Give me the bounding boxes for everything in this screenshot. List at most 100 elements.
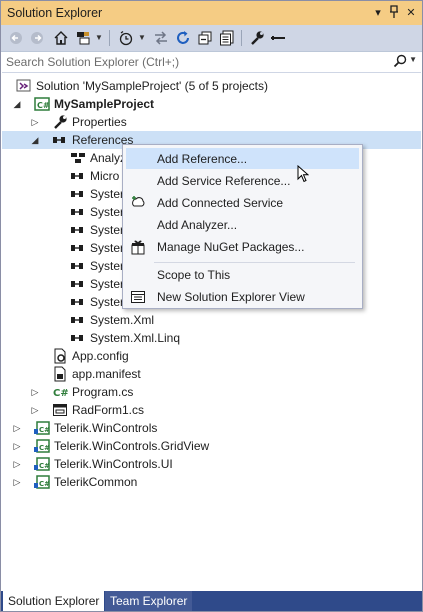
new-view-icon [130, 289, 146, 305]
collapsed-arrow-icon[interactable]: ▷ [12, 440, 22, 452]
solution-icon [16, 78, 32, 94]
expanded-arrow-icon[interactable]: ◢ [30, 134, 40, 146]
collapsed-arrow-icon[interactable]: ▷ [12, 476, 22, 488]
manifest-file-icon [52, 366, 68, 382]
svg-text:C#: C# [39, 426, 50, 434]
csharp-project-locked-icon: C# [34, 420, 50, 436]
menu-item-add-connected-service[interactable]: Add Connected Service [126, 192, 359, 213]
window-menu-dropdown-icon[interactable]: ▾ [371, 5, 385, 21]
collapsed-arrow-icon[interactable]: ▷ [30, 404, 40, 416]
menu-item-scope-to-this[interactable]: Scope to This [126, 264, 359, 285]
wrench-icon [52, 114, 68, 130]
reference-label: System.Xml.Linq [90, 331, 181, 345]
show-all-files-icon[interactable] [218, 29, 236, 47]
csharp-project-locked-icon: C# [34, 456, 50, 472]
svg-text:C#: C# [39, 462, 50, 470]
close-icon[interactable]: ✕ [404, 5, 418, 21]
auto-hide-pin-icon[interactable] [387, 5, 401, 21]
project-label: MySampleProject [54, 97, 155, 111]
tab-solution-explorer[interactable]: Solution Explorer [3, 591, 105, 611]
tree-row-app-config[interactable]: App.config [2, 347, 421, 365]
tree-row-project[interactable]: ▷ C# TelerikCommon [2, 473, 421, 491]
assembly-reference-icon [70, 258, 86, 274]
back-icon[interactable] [7, 29, 25, 47]
tree-row-app-manifest[interactable]: app.manifest [2, 365, 421, 383]
tree-row-reference[interactable]: System.Xml [2, 311, 421, 329]
config-file-icon [52, 348, 68, 364]
svg-text:C#: C# [39, 444, 50, 452]
tree-row-reference[interactable]: System.Xml.Linq [2, 329, 421, 347]
collapsed-arrow-icon[interactable]: ▷ [12, 458, 22, 470]
toolbar-separator [241, 30, 242, 46]
menu-item-add-service-reference[interactable]: Add Service Reference... [126, 170, 359, 191]
menu-item-label: Add Service Reference... [157, 174, 291, 188]
app-config-label: App.config [72, 349, 129, 363]
reference-label: Syster [90, 259, 125, 273]
project-label: Telerik.WinControls.UI [54, 457, 173, 471]
sync-with-active-document-icon[interactable] [152, 29, 170, 47]
refresh-icon[interactable] [174, 29, 192, 47]
assembly-reference-icon [70, 276, 86, 292]
tab-team-explorer[interactable]: Team Explorer [105, 591, 193, 611]
tree-row-program-cs[interactable]: ▷ C# Program.cs [2, 383, 421, 401]
svg-text:C#: C# [53, 388, 68, 399]
reference-label: Syster [90, 241, 125, 255]
references-icon [52, 132, 68, 148]
menu-item-label: Scope to This [157, 268, 231, 282]
search-input[interactable] [6, 53, 376, 70]
menu-item-label: New Solution Explorer View [157, 290, 305, 304]
assembly-reference-icon [70, 240, 86, 256]
tree-row-project[interactable]: ▷ C# Telerik.WinControls.UI [2, 455, 421, 473]
collapse-all-icon[interactable] [196, 29, 214, 47]
reference-label: Syster [90, 277, 125, 291]
tree-row-project[interactable]: ▷ C# Telerik.WinControls [2, 419, 421, 437]
reference-label: Micro [90, 169, 120, 183]
reference-label: Syster [90, 295, 125, 309]
switch-views-icon[interactable] [74, 29, 92, 47]
menu-item-add-analyzer[interactable]: Add Analyzer... [126, 214, 359, 235]
tree-row-properties[interactable]: ▷ Properties [2, 113, 421, 131]
csharp-file-icon: C# [52, 384, 69, 400]
solution-explorer-window: Solution Explorer ▾ ✕ ▼ ▼ Search Solutio… [0, 0, 423, 612]
collapsed-arrow-icon[interactable]: ▷ [30, 386, 40, 398]
menu-item-label: Add Connected Service [157, 196, 284, 210]
svg-text:C#: C# [39, 480, 50, 488]
tree-row-project[interactable]: ◢ C# MySampleProject [2, 95, 421, 113]
properties-wrench-icon[interactable] [248, 29, 266, 47]
home-icon[interactable] [52, 29, 70, 47]
assembly-reference-icon [70, 222, 86, 238]
assembly-reference-icon [70, 186, 86, 202]
mouse-cursor-icon [297, 164, 310, 186]
search-box: ▼ [2, 52, 421, 73]
menu-item-add-reference[interactable]: Add Reference... [126, 148, 359, 169]
menu-item-new-solution-explorer-view[interactable]: New Solution Explorer View [126, 286, 359, 307]
search-options-dropdown-icon[interactable]: ▼ [409, 55, 417, 64]
tree-row-project[interactable]: ▷ C# Telerik.WinControls.GridView [2, 437, 421, 455]
reference-label: System.Xml [90, 313, 155, 327]
analyzers-icon [70, 150, 86, 166]
switch-views-dropdown-icon[interactable]: ▼ [95, 29, 103, 47]
pending-changes-filter-icon[interactable] [117, 29, 135, 47]
project-label: Telerik.WinControls [54, 421, 158, 435]
project-label: Telerik.WinControls.GridView [54, 439, 210, 453]
preview-selected-items-icon[interactable] [269, 29, 287, 47]
csharp-project-locked-icon: C# [34, 474, 50, 490]
project-label: TelerikCommon [54, 475, 138, 489]
properties-label: Properties [72, 115, 127, 129]
menu-item-manage-nuget[interactable]: Manage NuGet Packages... [126, 236, 359, 257]
assembly-reference-icon [70, 168, 86, 184]
pending-changes-dropdown-icon[interactable]: ▼ [138, 29, 146, 47]
collapsed-arrow-icon[interactable]: ▷ [12, 422, 22, 434]
search-icon[interactable] [393, 54, 407, 71]
context-menu: Add Reference... Add Service Reference..… [122, 144, 363, 309]
tree-row-solution[interactable]: Solution 'MySampleProject' (5 of 5 proje… [2, 77, 421, 95]
forward-icon[interactable] [28, 29, 46, 47]
expanded-arrow-icon[interactable]: ◢ [12, 98, 22, 110]
reference-label: Syster [90, 187, 125, 201]
menu-item-label: Add Reference... [157, 152, 248, 166]
csharp-project-locked-icon: C# [34, 438, 50, 454]
menu-item-label: Add Analyzer... [157, 218, 238, 232]
tree-row-radform[interactable]: ▷ RadForm1.cs [2, 401, 421, 419]
collapsed-arrow-icon[interactable]: ▷ [30, 116, 40, 128]
title-bar: Solution Explorer ▾ ✕ [1, 1, 422, 25]
